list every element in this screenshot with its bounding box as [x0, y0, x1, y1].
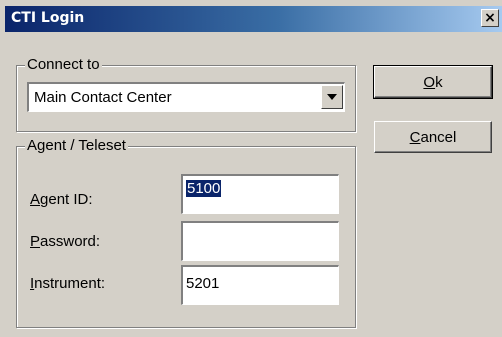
connect-to-value: Main Contact Center [34, 89, 172, 106]
cti-login-dialog: CTI Login × Connect to Main Contact Cent… [0, 0, 502, 337]
cancel-button[interactable]: Cancel [374, 121, 492, 153]
cancel-button-label: Cancel [409, 128, 457, 146]
agent-id-field[interactable]: 5100 [181, 174, 339, 214]
chevron-down-icon [327, 94, 337, 100]
password-label: Password: [30, 233, 101, 250]
password-field[interactable] [181, 221, 339, 261]
title-bar[interactable]: CTI Login × [5, 6, 502, 32]
agent-teleset-label: Agent / Teleset [25, 137, 128, 154]
dropdown-button[interactable] [321, 85, 343, 109]
connect-to-label: Connect to [25, 56, 102, 73]
instrument-field[interactable]: 5201 [181, 265, 339, 305]
ok-button[interactable]: Ok [373, 65, 493, 99]
connect-to-dropdown[interactable]: Main Contact Center [27, 82, 345, 112]
instrument-value: 5201 [186, 275, 220, 292]
connect-to-group: Connect to Main Contact Center [16, 56, 356, 132]
agent-teleset-group: Agent / Teleset Agent ID: 5100 Password:… [16, 137, 356, 328]
ok-button-label: Ok [423, 73, 443, 91]
close-icon: × [484, 10, 496, 26]
agent-id-value: 5100 [186, 180, 222, 197]
close-button[interactable]: × [481, 9, 499, 27]
agent-id-label: Agent ID: [30, 191, 93, 208]
instrument-label: Instrument: [30, 275, 106, 292]
window-title: CTI Login [11, 10, 85, 26]
